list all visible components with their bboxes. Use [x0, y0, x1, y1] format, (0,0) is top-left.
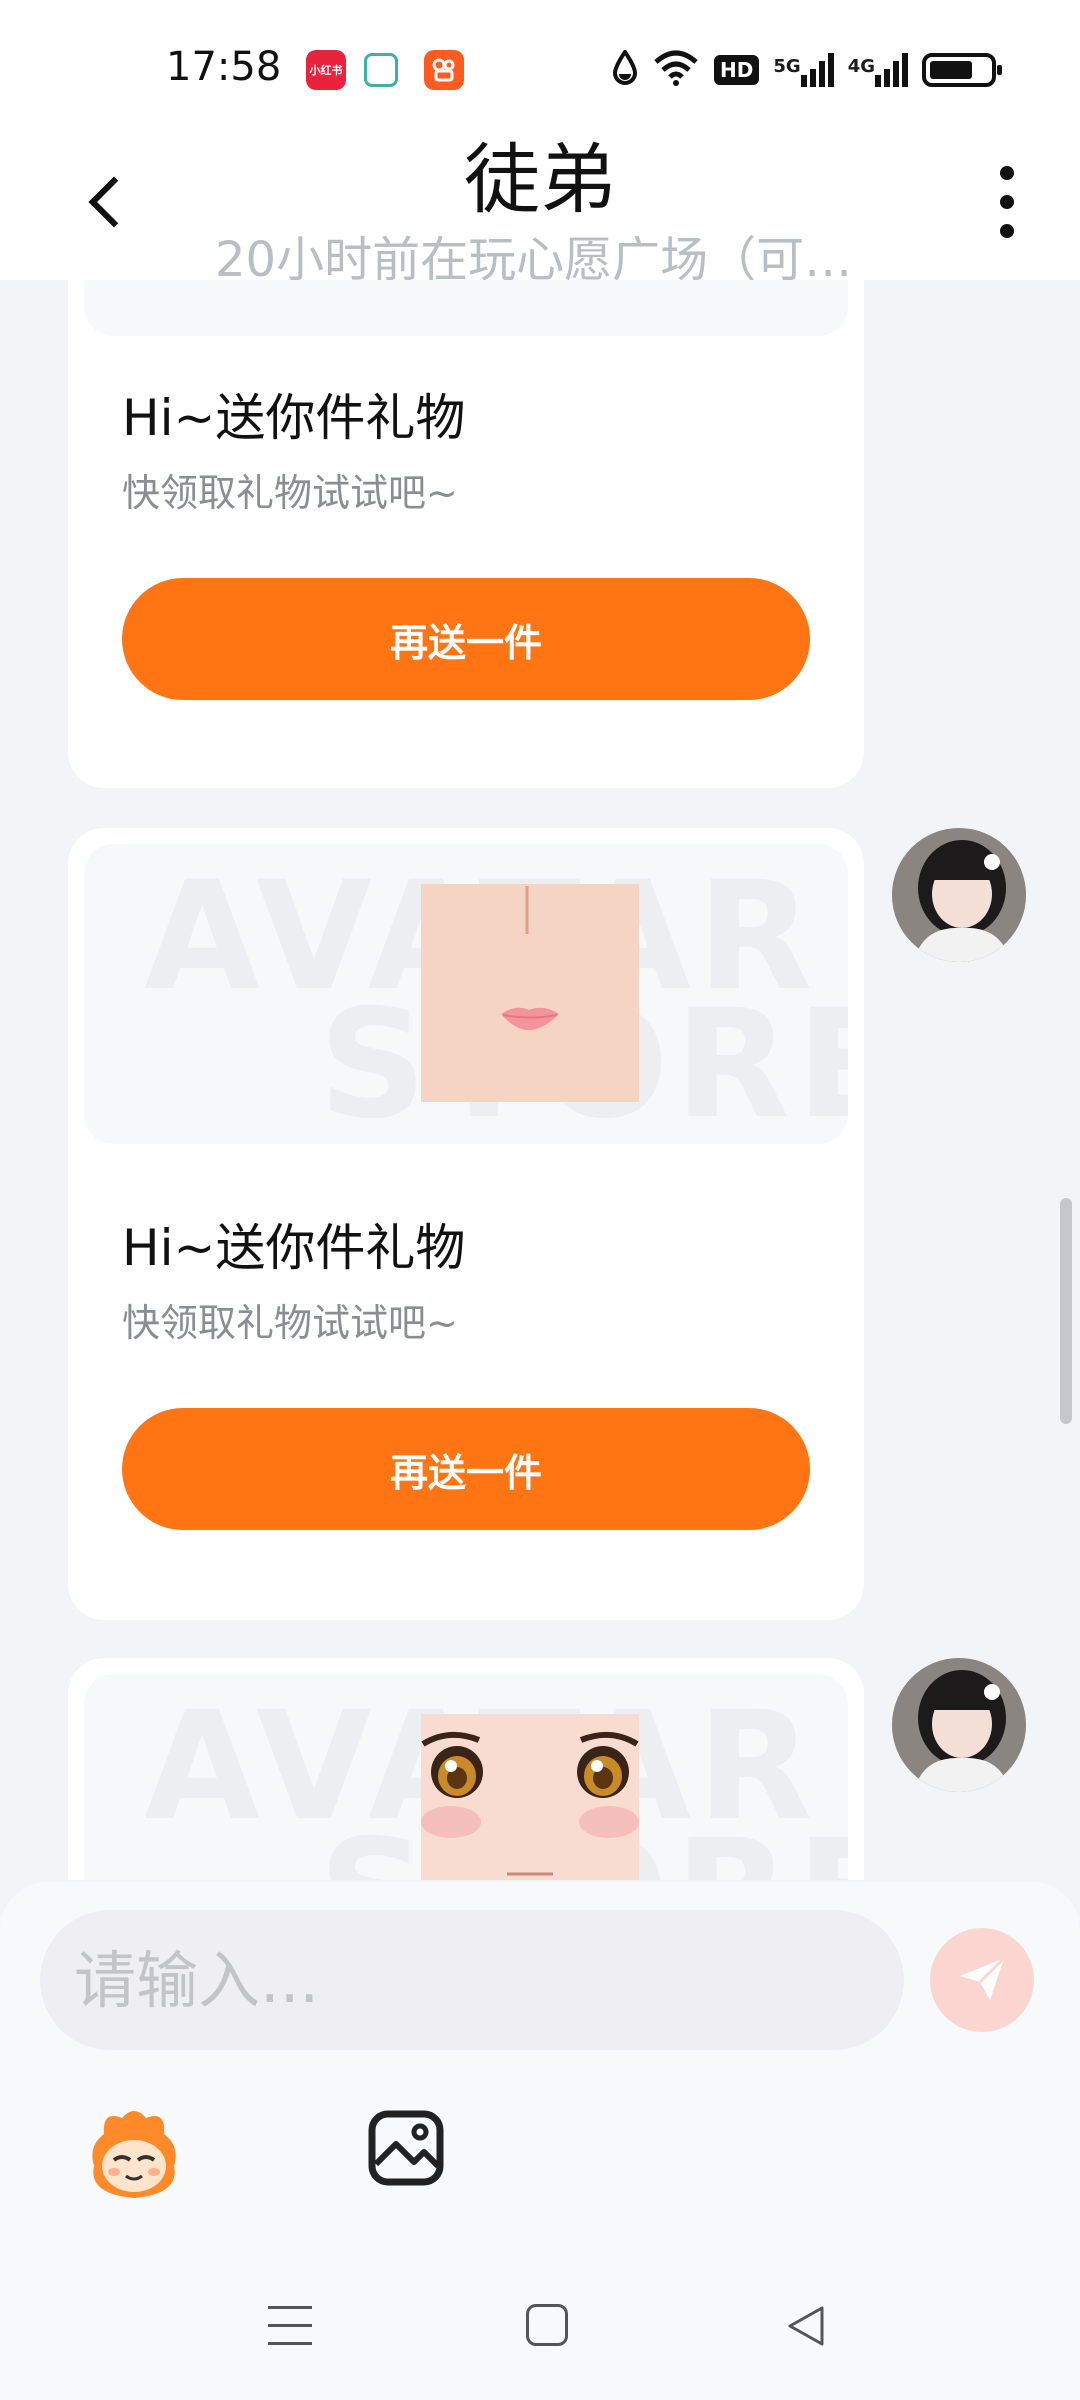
home-icon[interactable] — [526, 2304, 568, 2346]
gift-description: 快领取礼物试试吧~ — [122, 1301, 458, 1345]
xiaohongshu-app-icon: 小红书 — [306, 50, 346, 90]
hd-badge: HD — [714, 55, 760, 85]
gift-description: 快领取礼物试试吧~ — [122, 471, 458, 515]
gift-message-card: Hi~送你件礼物 快领取礼物试试吧~ 再送一件 — [68, 280, 864, 788]
gift-item-image-eyes — [421, 1714, 639, 1880]
menu-icon[interactable] — [268, 2304, 312, 2346]
smart-home-app-icon — [364, 53, 398, 87]
gift-image-area[interactable]: AVATAR STORE — [84, 1674, 848, 1880]
back-icon[interactable] — [784, 2304, 828, 2348]
scrollbar-thumb[interactable] — [1060, 1198, 1072, 1424]
send-again-button[interactable]: 再送一件 — [122, 578, 810, 700]
send-again-button[interactable]: 再送一件 — [122, 1408, 810, 1530]
network-4g-label: 4G — [847, 56, 875, 77]
image-icon[interactable] — [366, 2108, 446, 2188]
chat-title: 徒弟 — [464, 135, 616, 224]
send-button[interactable] — [930, 1928, 1034, 2032]
gift-message-card: AVATAR STORE — [68, 1658, 864, 1880]
mascot-icon[interactable] — [84, 2104, 184, 2204]
status-time: 17:58 — [166, 44, 282, 90]
gift-title: Hi~送你件礼物 — [122, 389, 466, 447]
more-options-button[interactable] — [992, 166, 1022, 238]
wifi-icon — [652, 50, 700, 90]
status-icons: HD 5G 4G — [612, 48, 1002, 92]
gift-item-image-mouth — [421, 884, 639, 1102]
system-nav-bar — [0, 2270, 1080, 2380]
send-icon — [954, 1950, 1010, 2010]
avatar[interactable] — [892, 1658, 1026, 1792]
network-5g-label: 5G — [773, 56, 801, 77]
battery-icon — [922, 53, 1002, 87]
gift-title: Hi~送你件礼物 — [122, 1219, 466, 1277]
data-saver-icon — [612, 48, 638, 90]
avatar[interactable] — [892, 828, 1026, 962]
gift-message-card: AVATAR STORE Hi~送你件礼物 快领取礼物试试吧~ 再送一件 — [68, 828, 864, 1620]
signal-4g-icon: 4G — [848, 53, 908, 87]
chat-header: 徒弟 20小时前在玩心愿广场（可… — [0, 100, 1080, 288]
signal-5g-icon: 5G — [773, 53, 834, 87]
kuaishou-app-icon — [424, 50, 464, 90]
gift-image-area[interactable]: AVATAR STORE — [84, 844, 848, 1144]
message-input[interactable] — [40, 1910, 904, 2050]
chat-message-list[interactable]: Hi~送你件礼物 快领取礼物试试吧~ 再送一件 AVATAR STORE Hi~… — [0, 280, 1080, 1880]
gift-image-area — [84, 280, 848, 336]
